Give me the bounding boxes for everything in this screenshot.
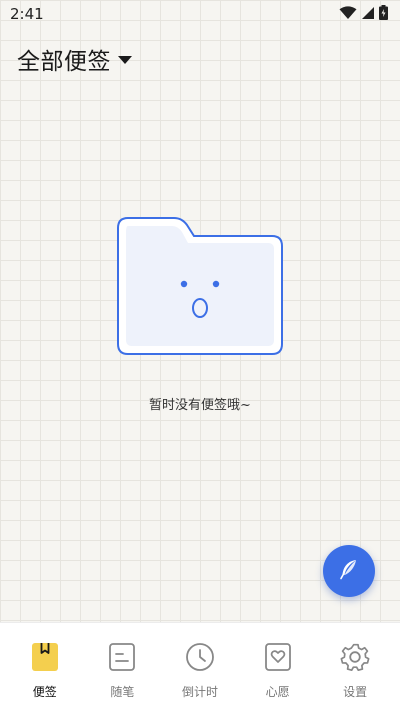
status-bar: 2:41 (0, 0, 400, 28)
empty-state-message: 暂时没有便签哦~ (149, 398, 251, 413)
page-title: 全部便签 (17, 49, 111, 75)
tab-wishes-label: 心愿 (265, 685, 290, 699)
tab-countdown-label: 倒计时 (181, 685, 218, 699)
gear-icon (339, 641, 371, 673)
status-time: 2:41 (10, 5, 44, 23)
surprised-folder-icon (116, 216, 284, 358)
bookmark-note-icon (29, 641, 61, 673)
heart-box-icon (262, 641, 294, 673)
new-note-button[interactable] (323, 545, 375, 597)
status-icons (339, 4, 388, 24)
tab-essays[interactable]: 随笔 (87, 641, 157, 700)
note-filter-dropdown[interactable]: 全部便签 (17, 42, 133, 76)
tab-essays-label: 随笔 (110, 685, 135, 699)
clock-icon (184, 641, 216, 673)
battery-icon (379, 4, 388, 24)
tab-settings-label: 设置 (343, 685, 368, 699)
caret-down-icon (117, 50, 133, 69)
tab-notes-label: 便签 (32, 685, 57, 699)
wifi-icon (339, 5, 357, 24)
notebook-icon (106, 641, 138, 673)
tab-notes[interactable]: 便签 (10, 641, 80, 700)
tab-settings[interactable]: 设置 (320, 641, 390, 700)
tab-countdown[interactable]: 倒计时 (165, 641, 235, 700)
bottom-nav: 便签 随笔 倒计时 心愿 设置 (0, 622, 400, 711)
feather-pen-icon (338, 558, 360, 584)
tab-wishes[interactable]: 心愿 (243, 641, 313, 700)
signal-icon (361, 5, 375, 24)
